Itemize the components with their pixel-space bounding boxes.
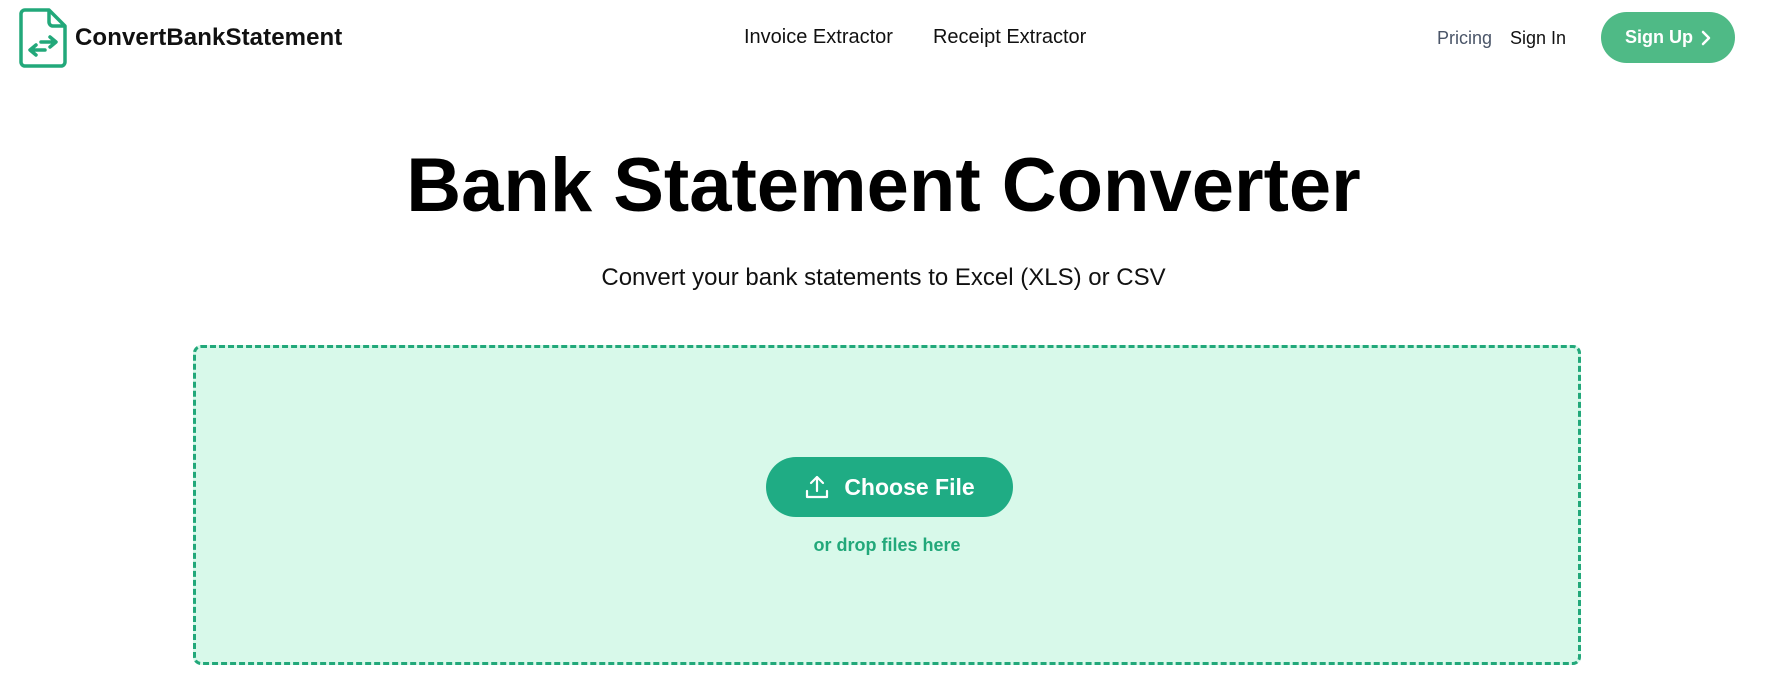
drop-files-hint: or drop files here: [813, 535, 961, 555]
upload-icon: [806, 475, 829, 499]
nav-receipt-extractor[interactable]: Receipt Extractor: [933, 26, 1086, 49]
page-title: Bank Statement Converter: [406, 143, 1361, 228]
sign-in-link[interactable]: Sign In: [1510, 28, 1566, 49]
chevron-right-icon: [1701, 30, 1711, 45]
primary-nav: Invoice Extractor Receipt Extractor: [744, 26, 1086, 49]
sign-up-label: Sign Up: [1625, 27, 1693, 47]
choose-file-label: Choose File: [844, 473, 975, 500]
page-subtitle: Convert your bank statements to Excel (X…: [601, 264, 1166, 291]
nav-pricing[interactable]: Pricing: [1437, 28, 1492, 49]
choose-file-button[interactable]: Choose File: [766, 457, 1013, 517]
sign-up-button[interactable]: Sign Up: [1601, 12, 1735, 63]
site-header: ConvertBankStatement Invoice Extractor R…: [0, 0, 1767, 80]
account-nav: Pricing Sign In Sign Up: [1437, 12, 1767, 64]
nav-invoice-extractor[interactable]: Invoice Extractor: [744, 26, 893, 49]
brand-logo-link[interactable]: ConvertBankStatement: [19, 8, 342, 68]
document-exchange-icon: [19, 8, 67, 68]
file-dropzone[interactable]: Choose File or drop files here: [193, 345, 1581, 665]
brand-name: ConvertBankStatement: [75, 24, 343, 51]
